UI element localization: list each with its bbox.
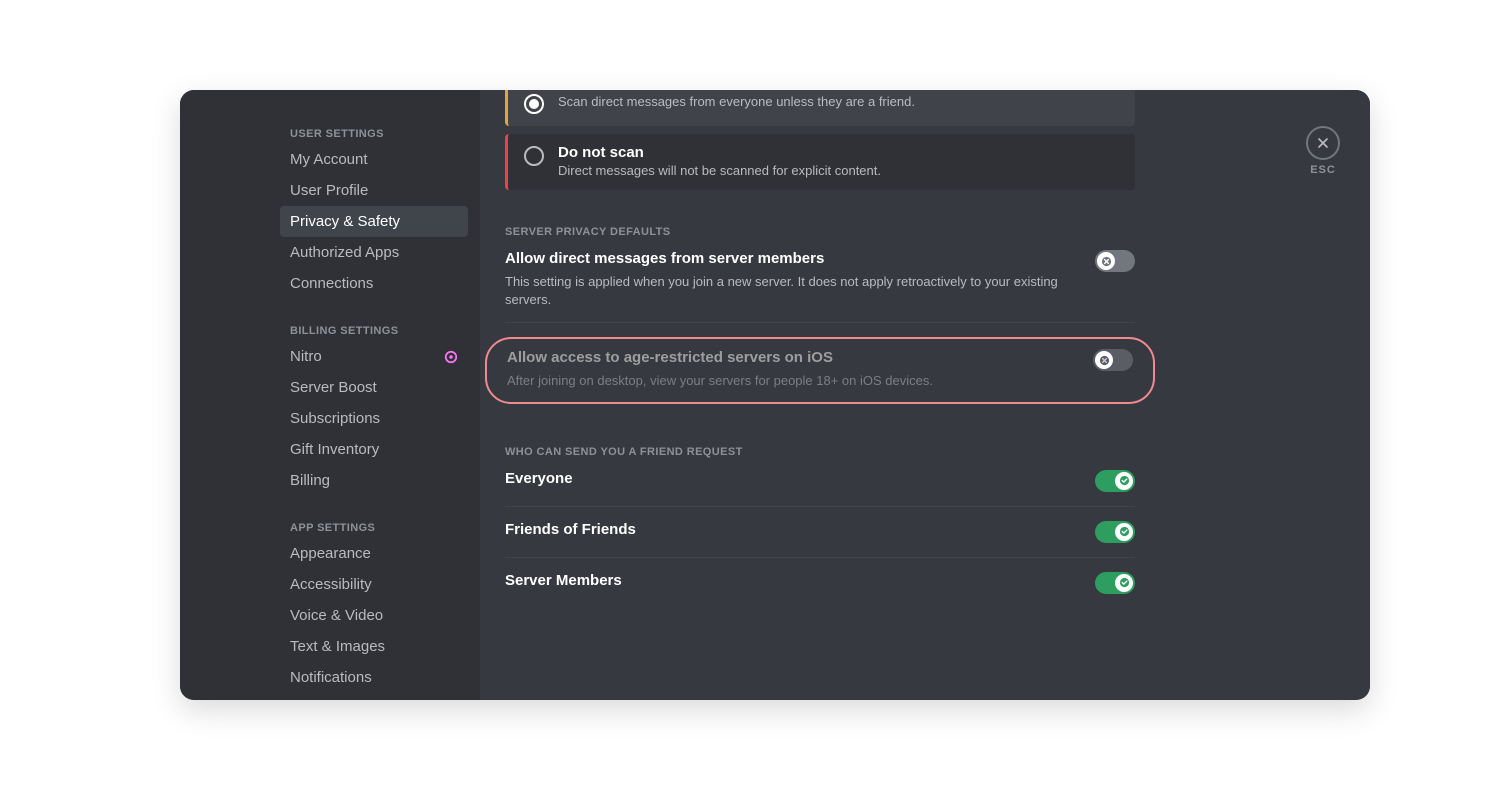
toggle-allow-dm-server-members[interactable] (1095, 250, 1135, 272)
sidebar-item-my-account[interactable]: My Account (280, 144, 468, 175)
sidebar-item-nitro[interactable]: Nitro (280, 341, 468, 372)
section-header-server-privacy: SERVER PRIVACY DEFAULTS (505, 226, 1135, 238)
toggle-knob-on-icon (1115, 472, 1133, 490)
setting-title: Allow direct messages from server member… (505, 250, 1075, 267)
setting-title: Allow access to age-restricted servers o… (507, 349, 1073, 366)
toggle-knob-on-icon (1115, 574, 1133, 592)
sidebar-item-authorized-apps[interactable]: Authorized Apps (280, 237, 468, 268)
setting-desc: This setting is applied when you join a … (505, 273, 1075, 308)
toggle-friend-request-fof[interactable] (1095, 521, 1135, 543)
settings-main: ESC My friends are nice Scan direct mess… (480, 90, 1370, 700)
radio-unselected-icon (524, 146, 544, 166)
setting-friend-request-server-members: Server Members (505, 572, 1135, 608)
scan-option-friends-nice[interactable]: My friends are nice Scan direct messages… (505, 90, 1135, 126)
sidebar-item-server-boost[interactable]: Server Boost (280, 372, 468, 403)
sidebar-inner: USER SETTINGS My Account User Profile Pr… (180, 120, 480, 693)
setting-title: Server Members (505, 572, 1075, 589)
settings-sidebar: USER SETTINGS My Account User Profile Pr… (180, 90, 480, 700)
settings-window: USER SETTINGS My Account User Profile Pr… (180, 90, 1370, 700)
sidebar-item-privacy-safety[interactable]: Privacy & Safety (280, 206, 468, 237)
toggle-friend-request-everyone[interactable] (1095, 470, 1135, 492)
setting-age-restricted-ios: Allow access to age-restricted servers o… (507, 349, 1133, 390)
toggle-age-restricted-ios[interactable] (1093, 349, 1133, 371)
sidebar-header-billing-settings: BILLING SETTINGS (280, 317, 468, 341)
esc-label: ESC (1310, 164, 1336, 176)
sidebar-item-text-images[interactable]: Text & Images (280, 631, 468, 662)
toggle-knob-off-icon (1095, 351, 1113, 369)
sidebar-item-notifications[interactable]: Notifications (280, 662, 468, 693)
toggle-knob-on-icon (1115, 523, 1133, 541)
nitro-badge-icon (444, 350, 458, 364)
close-icon (1306, 126, 1340, 160)
sidebar-item-connections[interactable]: Connections (280, 268, 468, 299)
toggle-friend-request-server-members[interactable] (1095, 572, 1135, 594)
highlight-age-restricted-ios: Allow access to age-restricted servers o… (485, 337, 1155, 404)
close-button[interactable]: ESC (1306, 126, 1340, 176)
scan-option-do-not-scan[interactable]: Do not scan Direct messages will not be … (505, 134, 1135, 190)
toggle-knob-off-icon (1097, 252, 1115, 270)
section-header-friend-request: WHO CAN SEND YOU A FRIEND REQUEST (505, 446, 1135, 458)
setting-desc: After joining on desktop, view your serv… (507, 372, 1073, 390)
sidebar-item-user-profile[interactable]: User Profile (280, 175, 468, 206)
sidebar-item-subscriptions[interactable]: Subscriptions (280, 403, 468, 434)
setting-title: Friends of Friends (505, 521, 1075, 538)
setting-friend-request-everyone: Everyone (505, 470, 1135, 507)
scan-option-desc: Direct messages will not be scanned for … (558, 163, 881, 178)
radio-selected-icon (524, 94, 544, 114)
scan-option-desc: Scan direct messages from everyone unles… (558, 94, 915, 109)
sidebar-item-accessibility[interactable]: Accessibility (280, 569, 468, 600)
setting-friend-request-fof: Friends of Friends (505, 521, 1135, 558)
setting-title: Everyone (505, 470, 1075, 487)
scan-option-title: Do not scan (558, 144, 881, 161)
sidebar-item-voice-video[interactable]: Voice & Video (280, 600, 468, 631)
sidebar-header-app-settings: APP SETTINGS (280, 514, 468, 538)
sidebar-item-appearance[interactable]: Appearance (280, 538, 468, 569)
setting-allow-dm-server-members: Allow direct messages from server member… (505, 250, 1135, 323)
sidebar-item-gift-inventory[interactable]: Gift Inventory (280, 434, 468, 465)
sidebar-item-billing[interactable]: Billing (280, 465, 468, 496)
sidebar-header-user-settings: USER SETTINGS (280, 120, 468, 144)
